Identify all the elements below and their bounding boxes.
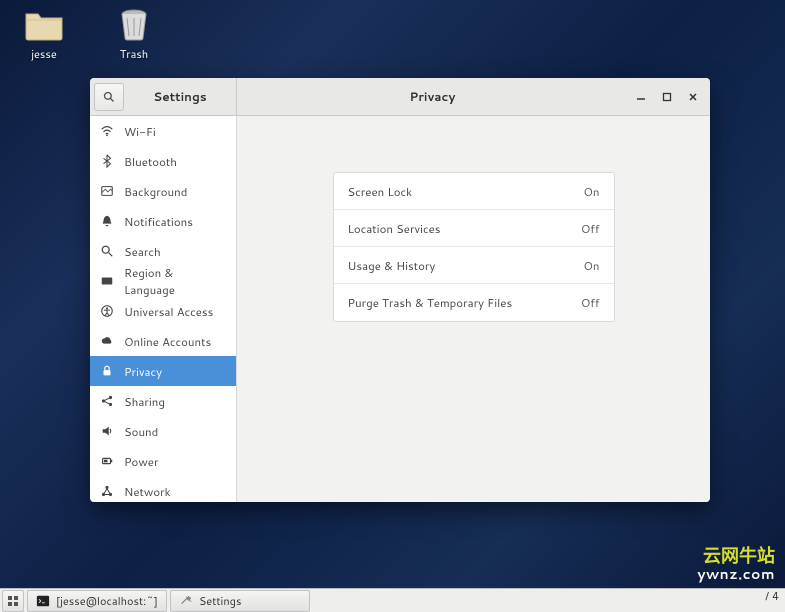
sidebar-item-search[interactable]: Search bbox=[90, 236, 236, 266]
row-label: Usage & History bbox=[348, 257, 436, 274]
taskbar: [jesse@localhost:~] Settings bbox=[0, 588, 785, 612]
sidebar-item-label: Power bbox=[124, 453, 158, 470]
watermark-line1: 云网牛站 bbox=[697, 547, 775, 567]
bluetooth-icon bbox=[100, 154, 114, 168]
background-icon bbox=[100, 184, 114, 198]
region-icon bbox=[100, 274, 114, 288]
minimize-button[interactable] bbox=[628, 84, 654, 110]
row-label: Screen Lock bbox=[348, 183, 413, 200]
taskbar-item-label: [jesse@localhost:~] bbox=[56, 593, 158, 609]
folder-icon bbox=[24, 8, 64, 42]
row-value: Off bbox=[581, 294, 600, 311]
search-icon bbox=[103, 91, 115, 103]
maximize-icon bbox=[662, 92, 672, 102]
share-icon bbox=[100, 394, 114, 408]
sidebar-item-background[interactable]: Background bbox=[90, 176, 236, 206]
privacy-row-location-services[interactable]: Location Services Off bbox=[334, 210, 614, 247]
sidebar-item-label: Notifications bbox=[124, 213, 193, 230]
maximize-button[interactable] bbox=[654, 84, 680, 110]
network-icon bbox=[100, 484, 114, 498]
sidebar-item-label: Bluetooth bbox=[124, 153, 177, 170]
sidebar-item-network[interactable]: Network bbox=[90, 476, 236, 502]
row-value: On bbox=[583, 257, 599, 274]
sidebar-item-label: Online Accounts bbox=[124, 333, 211, 350]
sidebar-item-online-accounts[interactable]: Online Accounts bbox=[90, 326, 236, 356]
privacy-row-screen-lock[interactable]: Screen Lock On bbox=[334, 173, 614, 210]
sidebar-item-label: Wi-Fi bbox=[124, 123, 156, 140]
row-label: Purge Trash & Temporary Files bbox=[348, 294, 513, 311]
sidebar-item-sound[interactable]: Sound bbox=[90, 416, 236, 446]
sidebar-item-label: Search bbox=[124, 243, 161, 260]
sidebar-item-label: Privacy bbox=[124, 363, 162, 380]
bell-icon bbox=[100, 214, 114, 228]
desktop-icon-label: jesse bbox=[31, 46, 57, 62]
taskbar-item-settings[interactable]: Settings bbox=[170, 590, 310, 612]
taskbar-item-terminal[interactable]: [jesse@localhost:~] bbox=[27, 590, 167, 612]
close-button[interactable] bbox=[680, 84, 706, 110]
sidebar-item-universal-access[interactable]: Universal Access bbox=[90, 296, 236, 326]
sidebar-item-notifications[interactable]: Notifications bbox=[90, 206, 236, 236]
trash-icon bbox=[114, 8, 154, 42]
settings-sidebar: Wi-Fi Bluetooth Background Notifications… bbox=[90, 116, 237, 502]
cloud-icon bbox=[100, 334, 114, 348]
watermark: 云网牛站 ywnz.com bbox=[697, 547, 775, 582]
page-counter: / 4 bbox=[765, 588, 779, 604]
sidebar-item-label: Background bbox=[124, 183, 187, 200]
sidebar-item-label: Sound bbox=[124, 423, 158, 440]
sidebar-item-label: Sharing bbox=[124, 393, 165, 410]
sidebar-item-sharing[interactable]: Sharing bbox=[90, 386, 236, 416]
settings-window: Settings Privacy Wi-Fi Bluetooth Backgro bbox=[90, 78, 710, 502]
desktop-icon-home[interactable]: jesse bbox=[24, 8, 64, 62]
window-header: Settings Privacy bbox=[90, 78, 710, 116]
row-value: Off bbox=[581, 220, 600, 237]
settings-icon bbox=[179, 594, 193, 608]
accessibility-icon bbox=[100, 304, 114, 318]
sidebar-item-bluetooth[interactable]: Bluetooth bbox=[90, 146, 236, 176]
close-icon bbox=[688, 92, 698, 102]
privacy-panel: Screen Lock On Location Services Off Usa… bbox=[333, 172, 615, 322]
app-title: Settings bbox=[124, 88, 236, 105]
terminal-icon bbox=[36, 594, 50, 608]
settings-content: Screen Lock On Location Services Off Usa… bbox=[237, 116, 710, 502]
taskbar-item-label: Settings bbox=[199, 593, 241, 609]
sidebar-item-region[interactable]: Region & Language bbox=[90, 266, 236, 296]
sidebar-item-wifi[interactable]: Wi-Fi bbox=[90, 116, 236, 146]
desktop-icon-label: Trash bbox=[120, 46, 148, 62]
header-search-button[interactable] bbox=[94, 83, 124, 111]
search-icon bbox=[100, 244, 114, 258]
sidebar-item-privacy[interactable]: Privacy bbox=[90, 356, 236, 386]
sidebar-item-power[interactable]: Power bbox=[90, 446, 236, 476]
sidebar-item-label: Universal Access bbox=[124, 303, 213, 320]
row-value: On bbox=[583, 183, 599, 200]
privacy-row-usage-history[interactable]: Usage & History On bbox=[334, 247, 614, 284]
watermark-line2: ywnz.com bbox=[697, 567, 775, 582]
sidebar-item-label: Region & Language bbox=[124, 264, 226, 298]
row-label: Location Services bbox=[348, 220, 441, 237]
desktop-icon-trash[interactable]: Trash bbox=[114, 8, 154, 62]
minimize-icon bbox=[636, 92, 646, 102]
wifi-icon bbox=[100, 124, 114, 138]
sidebar-item-label: Network bbox=[124, 483, 171, 500]
page-title: Privacy bbox=[237, 88, 628, 105]
taskbar-menu-button[interactable] bbox=[2, 590, 24, 612]
grid-icon bbox=[7, 595, 19, 607]
power-icon bbox=[100, 454, 114, 468]
privacy-row-purge-trash[interactable]: Purge Trash & Temporary Files Off bbox=[334, 284, 614, 321]
speaker-icon bbox=[100, 424, 114, 438]
lock-icon bbox=[100, 364, 114, 378]
